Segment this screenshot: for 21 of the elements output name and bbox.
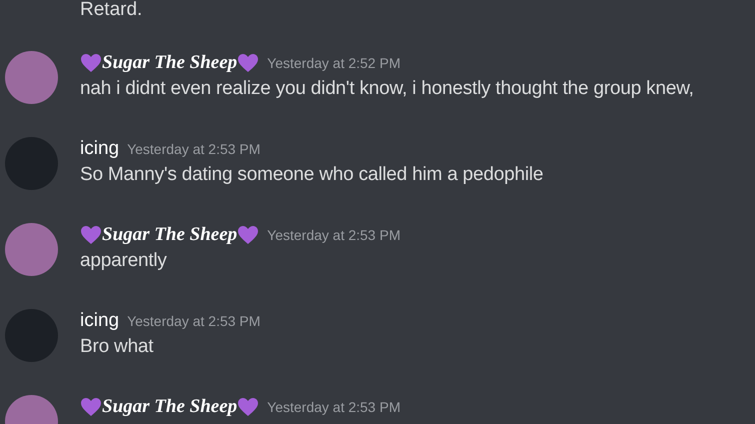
username[interactable]: icing xyxy=(80,134,120,164)
heart-icon xyxy=(237,225,260,245)
heart-icon xyxy=(80,225,102,245)
message-text: Retard. xyxy=(80,0,144,20)
username[interactable]: Sugar The Sheep xyxy=(102,220,238,250)
timestamp: Yesterday at 2:53 PM xyxy=(267,398,400,417)
message-text: Bro what xyxy=(80,335,154,359)
heart-icon xyxy=(237,53,260,73)
timestamp: Yesterday at 2:53 PM xyxy=(127,140,260,159)
heart-icon xyxy=(80,53,102,73)
username[interactable]: Sugar The Sheep xyxy=(102,392,238,422)
timestamp: Yesterday at 2:53 PM xyxy=(127,312,260,331)
timestamp: Yesterday at 2:52 PM xyxy=(267,54,400,73)
heart-icon xyxy=(80,397,102,417)
timestamp: Yesterday at 2:53 PM xyxy=(267,226,400,245)
heart-icon xyxy=(237,397,260,417)
message-text: apparently xyxy=(80,249,168,273)
username[interactable]: icing xyxy=(80,306,120,336)
message-text: So Manny's dating someone who called him a pedophile xyxy=(80,163,544,187)
message-text: nah i didnt even realize you didn't know, i honestly thought the group knew, xyxy=(80,77,694,101)
username[interactable]: Sugar The Sheep xyxy=(102,48,238,78)
